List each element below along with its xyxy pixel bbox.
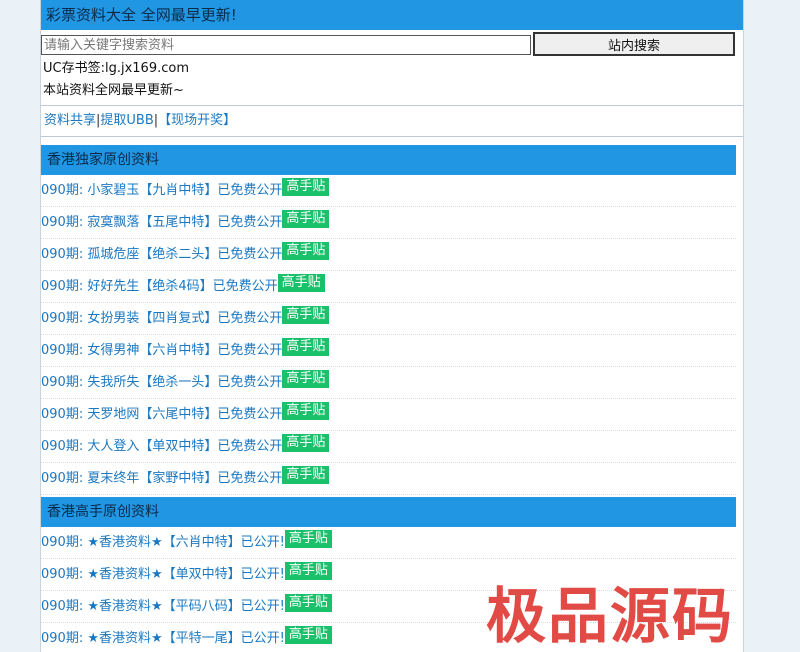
site-title: 彩票资料大全 全网最早更新! bbox=[41, 0, 743, 30]
post-link[interactable]: 090期: ★香港资料★【六肖中特】已公开! bbox=[41, 535, 285, 550]
expert-badge: 高手贴 bbox=[282, 434, 330, 452]
list-item: 090期: 天罗地网【六尾中特】已免费公开 高手贴 bbox=[41, 399, 736, 431]
expert-badge: 高手贴 bbox=[282, 338, 330, 356]
post-link[interactable]: 090期: ★香港资料★【单双中特】已公开! bbox=[41, 567, 285, 582]
expert-badge: 高手贴 bbox=[282, 210, 330, 228]
post-link[interactable]: 090期: 好好先生【绝杀4码】已免费公开 bbox=[41, 279, 278, 294]
list-item: 090期: 女扮男装【四肖复式】已免费公开 高手贴 bbox=[41, 303, 736, 335]
list-item: 090期: 好好先生【绝杀4码】已免费公开 高手贴 bbox=[41, 271, 736, 303]
nav-link-live-draw[interactable]: 【现场开奖】 bbox=[158, 113, 236, 128]
search-button[interactable]: 站内搜索 bbox=[533, 32, 735, 56]
nav-link-share[interactable]: 资料共享 bbox=[44, 113, 96, 128]
post-link[interactable]: 090期: ★香港资料★【平特一尾】已公开! bbox=[41, 631, 285, 646]
post-link[interactable]: 090期: 孤城危座【绝杀二头】已免费公开 bbox=[41, 247, 282, 262]
expert-badge: 高手贴 bbox=[282, 242, 330, 260]
list-item: 090期: 小家碧玉【九肖中特】已免费公开 高手贴 bbox=[41, 175, 736, 207]
nav-links: 资料共享|提取UBB|【现场开奖】 bbox=[41, 106, 743, 136]
section-header-exclusive: 香港独家原创资料 bbox=[41, 145, 736, 175]
search-input[interactable] bbox=[41, 35, 531, 55]
expert-badge: 高手贴 bbox=[284, 626, 332, 644]
list-item: 090期: 女得男神【六肖中特】已免费公开 高手贴 bbox=[41, 335, 736, 367]
bookmark-text: UC存书签:lg.jx169.com bbox=[43, 61, 189, 76]
expert-badge: 高手贴 bbox=[282, 306, 330, 324]
expert-badge: 高手贴 bbox=[282, 370, 330, 388]
update-notice: 本站资料全网最早更新~ bbox=[43, 83, 184, 98]
section-header-experts: 香港高手原创资料 bbox=[41, 497, 736, 527]
list-item: 090期: 寂寞飘落【五尾中特】已免费公开 高手贴 bbox=[41, 207, 736, 239]
list-item: 090期: 孤城危座【绝杀二头】已免费公开 高手贴 bbox=[41, 239, 736, 271]
divider bbox=[41, 136, 743, 137]
list-item: 090期: ★香港资料★【六肖中特】已公开! 高手贴 bbox=[41, 527, 736, 559]
post-link[interactable]: 090期: ★香港资料★【平码八码】已公开! bbox=[41, 599, 285, 614]
nav-link-ubb[interactable]: 提取UBB bbox=[100, 113, 153, 128]
post-link[interactable]: 090期: 失我所失【绝杀一头】已免费公开 bbox=[41, 375, 282, 390]
post-link[interactable]: 090期: 女扮男装【四肖复式】已免费公开 bbox=[41, 311, 282, 326]
watermark: 极品源码 bbox=[486, 582, 734, 652]
expert-badge: 高手贴 bbox=[282, 178, 330, 196]
list-item: 090期: 大人登入【单双中特】已免费公开 高手贴 bbox=[41, 431, 736, 463]
post-link[interactable]: 090期: 大人登入【单双中特】已免费公开 bbox=[41, 439, 282, 454]
post-link[interactable]: 090期: 寂寞飘落【五尾中特】已免费公开 bbox=[41, 215, 282, 230]
expert-badge: 高手贴 bbox=[277, 274, 325, 292]
section-list-exclusive: 090期: 小家碧玉【九肖中特】已免费公开 高手贴 090期: 寂寞飘落【五尾中特… bbox=[41, 175, 743, 495]
list-item: 090期: 夏末终年【家野中特】已免费公开 高手贴 bbox=[41, 463, 736, 495]
list-item: 090期: 失我所失【绝杀一头】已免费公开 高手贴 bbox=[41, 367, 736, 399]
page-frame: 彩票资料大全 全网最早更新! 站内搜索 UC存书签:lg.jx169.com 本… bbox=[40, 0, 744, 652]
post-link[interactable]: 090期: 女得男神【六肖中特】已免费公开 bbox=[41, 343, 282, 358]
post-link[interactable]: 090期: 夏末终年【家野中特】已免费公开 bbox=[41, 471, 282, 486]
expert-badge: 高手贴 bbox=[284, 530, 332, 548]
expert-badge: 高手贴 bbox=[282, 466, 330, 484]
search-bar: 站内搜索 bbox=[41, 32, 743, 58]
expert-badge: 高手贴 bbox=[282, 402, 330, 420]
post-link[interactable]: 090期: 天罗地网【六尾中特】已免费公开 bbox=[41, 407, 282, 422]
expert-badge: 高手贴 bbox=[284, 562, 332, 580]
expert-badge: 高手贴 bbox=[284, 594, 332, 612]
post-link[interactable]: 090期: 小家碧玉【九肖中特】已免费公开 bbox=[41, 183, 282, 198]
